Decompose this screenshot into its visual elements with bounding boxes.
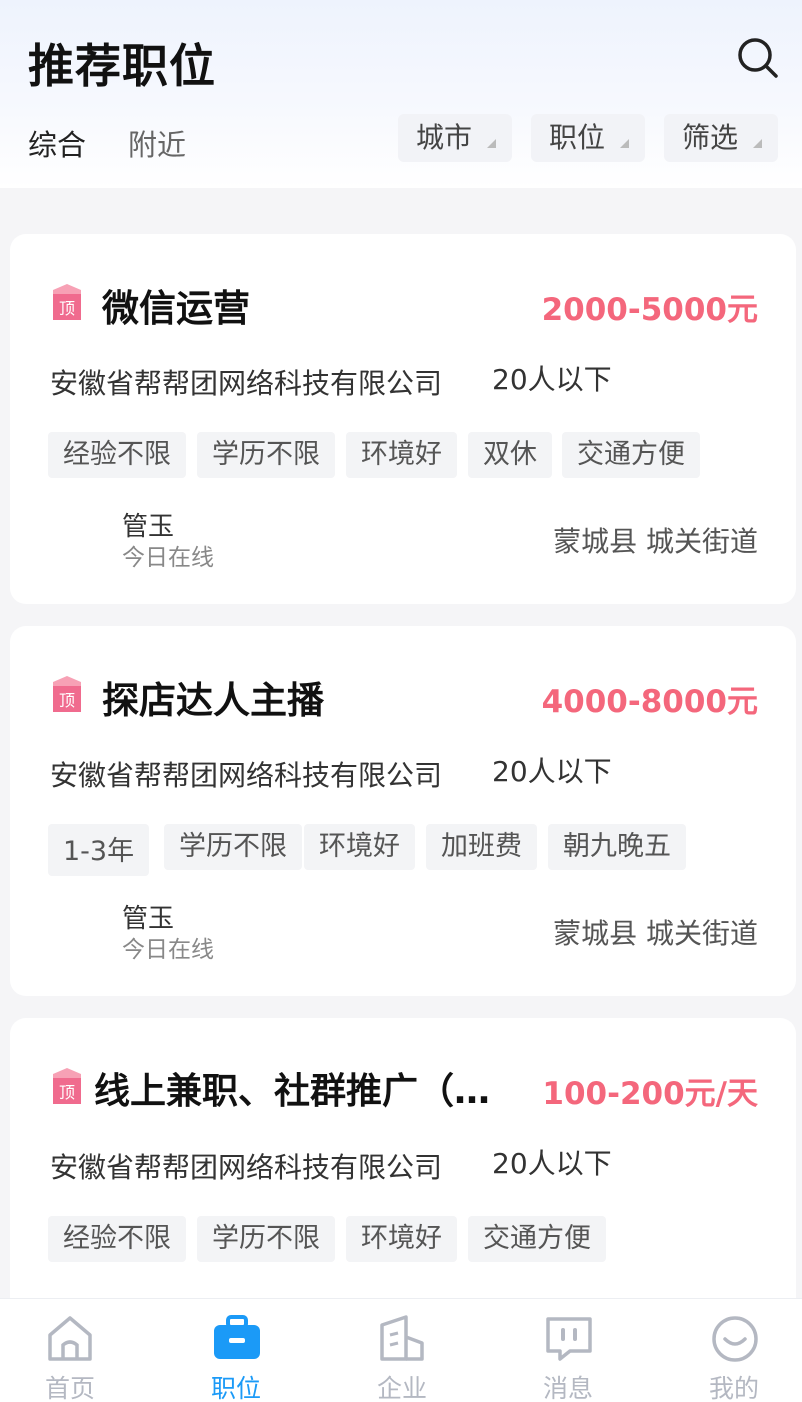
job-title: 探店达人主播 bbox=[102, 679, 324, 722]
tabbar-item-home[interactable]: 首页 bbox=[10, 1299, 130, 1402]
job-location: 蒙城县 城关街道 bbox=[553, 917, 758, 950]
filter-position[interactable]: 职位 bbox=[531, 114, 645, 162]
header: 推荐职位 综合 附近 城市 职位 筛选 bbox=[0, 0, 802, 188]
building-icon bbox=[380, 1315, 424, 1361]
tabbar-label: 我的 bbox=[708, 1374, 759, 1402]
tabbar-item-messages[interactable]: 消息 bbox=[508, 1299, 628, 1402]
briefcase-icon bbox=[214, 1315, 260, 1359]
tabbar-label: 消息 bbox=[542, 1374, 593, 1402]
dropdown-triangle-icon bbox=[487, 139, 496, 148]
company-size: 20人以下 bbox=[492, 363, 612, 396]
job-title: 微信运营 bbox=[102, 287, 250, 330]
job-tag: 加班费 bbox=[426, 824, 537, 870]
search-button[interactable] bbox=[736, 36, 780, 80]
tabbar-item-jobs[interactable]: 职位 bbox=[176, 1299, 296, 1402]
filter-screen-label: 筛选 bbox=[682, 121, 739, 154]
company-name: 安徽省帮帮团网络科技有限公司 bbox=[50, 1151, 443, 1184]
job-salary: 100-200元/天 bbox=[542, 1076, 758, 1112]
tabbar-item-company[interactable]: 企业 bbox=[342, 1299, 462, 1402]
filter-city[interactable]: 城市 bbox=[398, 114, 512, 162]
bottom-tab-bar: 首页 职位 企业 消息 我的 bbox=[0, 1298, 802, 1402]
job-location: 蒙城县 城关街道 bbox=[553, 525, 758, 558]
home-icon bbox=[48, 1316, 92, 1361]
profile-icon bbox=[712, 1316, 758, 1362]
filter-position-label: 职位 bbox=[549, 121, 606, 154]
job-tag: 环境好 bbox=[304, 824, 415, 870]
top-pin-icon: 顶 bbox=[53, 1068, 81, 1104]
job-card[interactable]: 顶 探店达人主播 4000-8000元 安徽省帮帮团网络科技有限公司 20人以下… bbox=[10, 626, 796, 996]
tabbar-label: 首页 bbox=[44, 1374, 95, 1402]
filter-city-label: 城市 bbox=[416, 121, 473, 154]
job-tag: 朝九晚五 bbox=[548, 824, 686, 870]
job-tag: 学历不限 bbox=[164, 824, 302, 870]
recruiter-status: 今日在线 bbox=[122, 937, 214, 963]
tabbar-label: 企业 bbox=[376, 1374, 427, 1402]
message-icon bbox=[546, 1317, 592, 1361]
job-tag: 1-3年 bbox=[48, 824, 150, 876]
top-pin-icon: 顶 bbox=[53, 676, 81, 712]
job-tag: 学历不限 bbox=[197, 432, 335, 478]
job-tag: 交通方便 bbox=[468, 1216, 606, 1262]
recruiter-status: 今日在线 bbox=[122, 545, 214, 571]
tab-nearby[interactable]: 附近 bbox=[128, 122, 186, 164]
job-tag: 经验不限 bbox=[48, 432, 186, 478]
job-card[interactable]: 顶 线上兼职、社群推广（… 100-200元/天 安徽省帮帮团网络科技有限公司 … bbox=[10, 1018, 796, 1318]
svg-text:顶: 顶 bbox=[59, 691, 75, 710]
dropdown-triangle-icon bbox=[620, 139, 629, 148]
tabbar-item-profile[interactable]: 我的 bbox=[674, 1299, 794, 1402]
job-title: 线上兼职、社群推广（… bbox=[94, 1071, 491, 1112]
job-salary: 2000-5000元 bbox=[541, 292, 758, 328]
tab-comprehensive[interactable]: 综合 bbox=[28, 122, 86, 164]
job-tag: 交通方便 bbox=[562, 432, 700, 478]
svg-text:顶: 顶 bbox=[59, 299, 75, 318]
svg-text:顶: 顶 bbox=[59, 1083, 75, 1102]
job-tag: 双休 bbox=[468, 432, 552, 478]
dropdown-triangle-icon bbox=[753, 139, 762, 148]
filter-screen[interactable]: 筛选 bbox=[664, 114, 778, 162]
company-name: 安徽省帮帮团网络科技有限公司 bbox=[50, 367, 443, 400]
search-icon bbox=[738, 38, 778, 78]
job-tag: 环境好 bbox=[346, 1216, 457, 1262]
company-size: 20人以下 bbox=[492, 1147, 612, 1180]
job-tag: 学历不限 bbox=[197, 1216, 335, 1262]
top-pin-icon: 顶 bbox=[53, 284, 81, 320]
company-size: 20人以下 bbox=[492, 755, 612, 788]
job-tag: 环境好 bbox=[346, 432, 457, 478]
tabbar-label: 职位 bbox=[210, 1374, 261, 1402]
job-card[interactable]: 顶 微信运营 2000-5000元 安徽省帮帮团网络科技有限公司 20人以下 经… bbox=[10, 234, 796, 604]
job-salary: 4000-8000元 bbox=[541, 684, 758, 720]
job-tag: 经验不限 bbox=[48, 1216, 186, 1262]
page-title: 推荐职位 bbox=[28, 39, 216, 93]
company-name: 安徽省帮帮团网络科技有限公司 bbox=[50, 759, 443, 792]
